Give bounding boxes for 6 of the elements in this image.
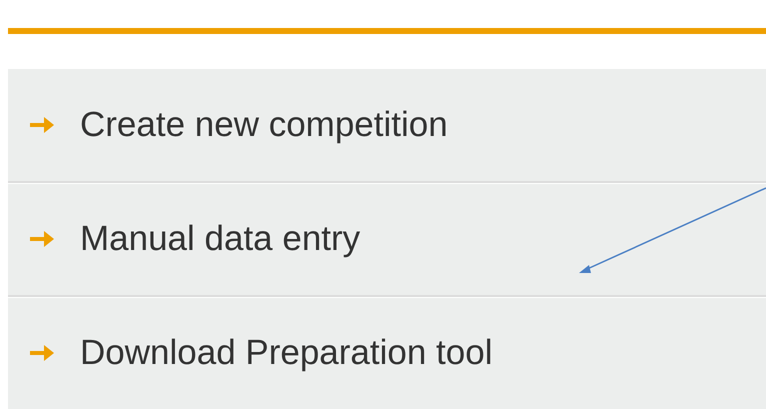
arrow-icon [30,116,54,134]
menu-link[interactable]: Create new competition [80,105,448,145]
arrow-icon [30,344,54,362]
arrow-icon [30,230,54,248]
menu-link[interactable]: Manual data entry [80,219,360,259]
menu-link[interactable]: Download Preparation tool [80,333,492,373]
